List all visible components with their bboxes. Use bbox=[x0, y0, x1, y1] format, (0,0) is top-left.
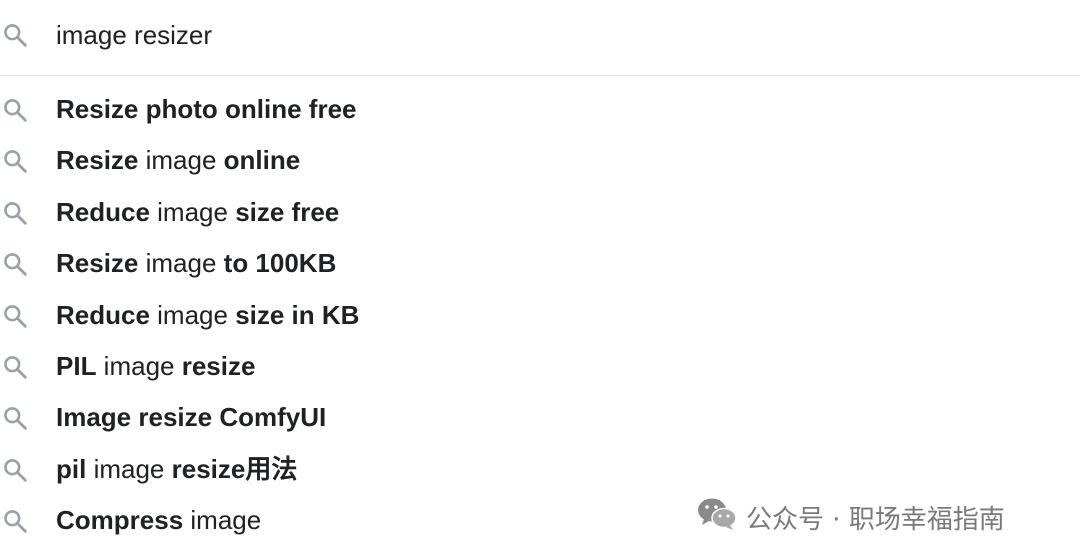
suggestion-query-part: image bbox=[138, 145, 224, 176]
search-input[interactable]: image resizer bbox=[56, 18, 212, 52]
suggestion-bold-part: size free bbox=[235, 196, 340, 227]
suggestion-query-part: image bbox=[149, 196, 236, 227]
suggestion-bold-part: pil bbox=[56, 453, 87, 484]
search-icon bbox=[2, 200, 28, 226]
suggestion-bold-part: Reduce bbox=[56, 196, 150, 227]
watermark-text: 公众号 · 职场幸福指南 bbox=[746, 504, 1005, 535]
suggestion-bold-part: Compress bbox=[56, 505, 184, 536]
suggestion-bold-part: resize bbox=[181, 350, 256, 381]
suggestion-query-part: image bbox=[138, 248, 224, 279]
search-icon bbox=[2, 457, 28, 483]
suggestion-text: Reduce image size free bbox=[56, 195, 339, 229]
search-icon bbox=[2, 22, 28, 48]
search-bar[interactable]: image resizer bbox=[0, 0, 1080, 76]
suggestion-text: Image resize ComfyUI bbox=[56, 400, 326, 434]
watermark: 公众号 · 职场幸福指南 bbox=[696, 497, 1005, 537]
wechat-icon bbox=[696, 496, 738, 539]
suggestion-item[interactable]: Image resize ComfyUI bbox=[0, 392, 1080, 443]
search-icon bbox=[2, 251, 28, 277]
suggestion-item[interactable]: PIL image resize bbox=[0, 341, 1080, 392]
suggestion-text: Reduce image size in KB bbox=[56, 298, 359, 332]
suggestion-text: Resize photo online free bbox=[56, 92, 357, 126]
suggestion-text: Resize image to 100KB bbox=[56, 246, 336, 280]
suggestion-bold-part: size in KB bbox=[235, 299, 360, 330]
suggestion-item[interactable]: Reduce image size in KB bbox=[0, 290, 1080, 341]
suggestion-item[interactable]: Resize image to 100KB bbox=[0, 238, 1080, 289]
suggestion-bold-part: Resize bbox=[56, 248, 139, 279]
suggestion-item[interactable]: Reduce image size free bbox=[0, 187, 1080, 238]
search-icon bbox=[2, 508, 28, 534]
suggestion-query-part: image bbox=[183, 505, 262, 536]
suggestion-query-part: image bbox=[96, 350, 182, 381]
suggestion-item[interactable]: Resize photo online free bbox=[0, 84, 1080, 135]
suggestion-list: Resize photo online free Resize image onl… bbox=[0, 84, 1080, 547]
suggestion-bold-part: online bbox=[223, 145, 301, 176]
suggestion-text: PIL image resize bbox=[56, 349, 255, 383]
suggestion-bold-part: Reduce bbox=[56, 299, 150, 330]
search-icon bbox=[2, 354, 28, 380]
suggestion-bold-part: to 100KB bbox=[223, 248, 337, 279]
search-icon bbox=[2, 303, 28, 329]
search-icon bbox=[2, 148, 28, 174]
suggestion-bold-part: Resize photo online free bbox=[56, 94, 357, 124]
suggestion-text: pil image resize用法 bbox=[56, 452, 297, 486]
suggestion-query-part: image bbox=[149, 299, 236, 330]
suggestion-bold-part: Image resize ComfyUI bbox=[56, 402, 327, 433]
search-icon bbox=[2, 405, 28, 431]
suggestion-query-part: image bbox=[86, 453, 172, 484]
search-icon bbox=[2, 97, 28, 123]
suggestion-text: Resize image online bbox=[56, 143, 300, 177]
suggestion-item[interactable]: pil image resize用法 bbox=[0, 444, 1080, 495]
suggestion-item[interactable]: Resize image online bbox=[0, 135, 1080, 186]
suggestion-text: Compress image bbox=[56, 503, 261, 537]
suggestion-bold-part: Resize bbox=[56, 145, 139, 176]
suggestion-bold-part: PIL bbox=[56, 350, 97, 381]
suggestion-bold-part: resize用法 bbox=[171, 453, 298, 484]
